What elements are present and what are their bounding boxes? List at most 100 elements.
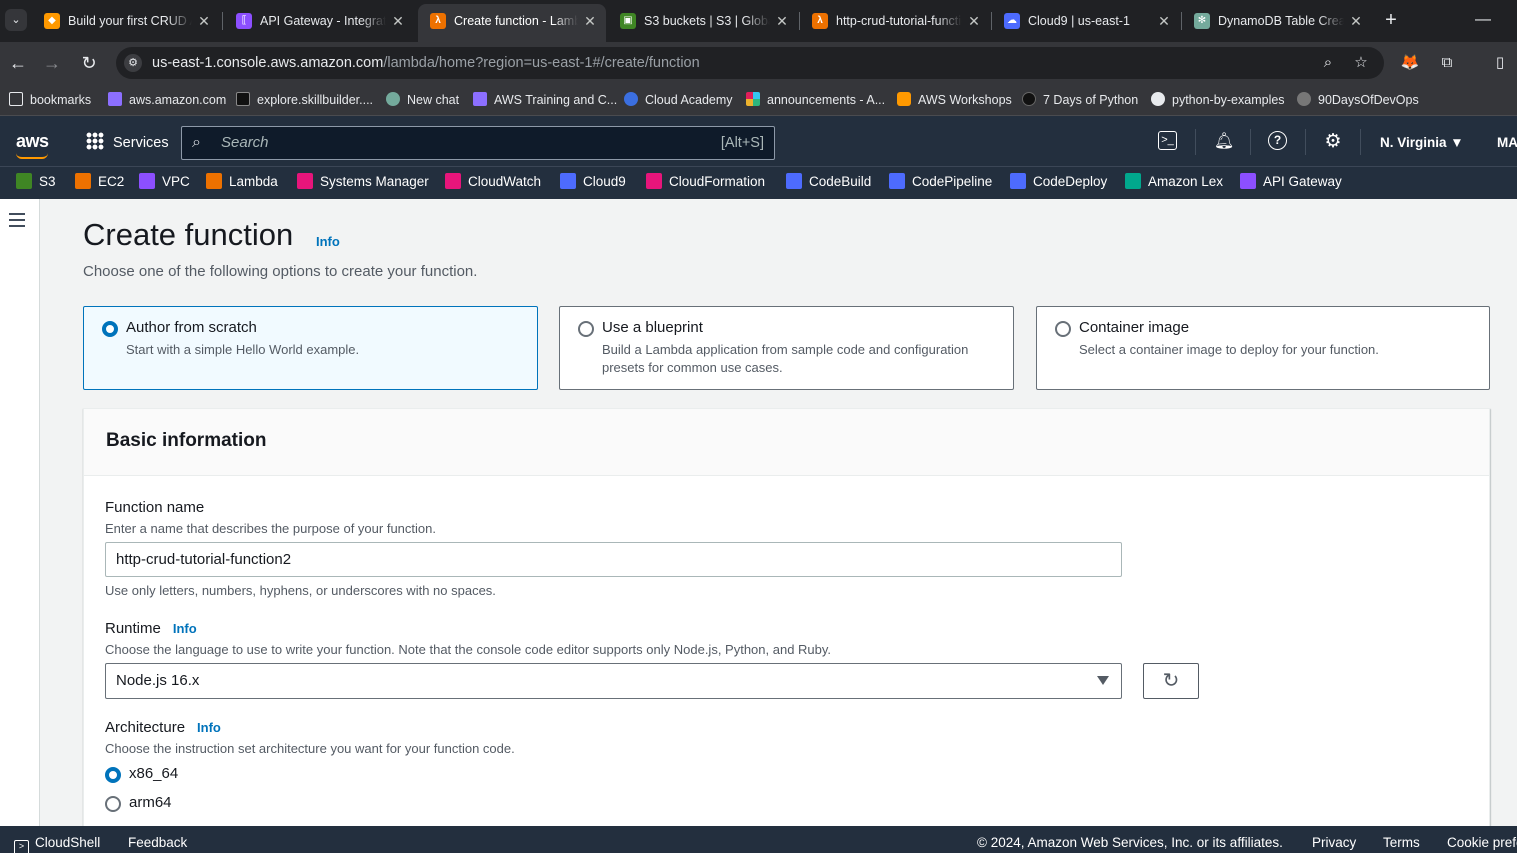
lambda-icon: λ <box>430 13 446 29</box>
runtime-select[interactable]: Node.js 16.x <box>105 663 1122 699</box>
zoom-magnifier-icon[interactable]: ⌕ <box>1318 53 1338 73</box>
aws-search-input[interactable]: ⌕ Search [Alt+S] <box>181 126 775 160</box>
folder-icon <box>9 92 23 106</box>
architecture-option-label[interactable]: x86_64 <box>129 765 178 782</box>
tab-close-icon[interactable]: ✕ <box>774 4 790 38</box>
shortcut-api-gateway[interactable]: API Gateway <box>1240 167 1342 199</box>
settings-gear-icon[interactable]: ⚙ <box>1322 131 1344 153</box>
forward-arrow-icon[interactable]: → <box>40 51 64 75</box>
shortcut-amazon-lex[interactable]: Amazon Lex <box>1125 167 1223 199</box>
browser-tab[interactable]: λ http-crud-tutorial-function ✕ <box>800 4 990 38</box>
option-author-from-scratch[interactable]: Author from scratch Start with a simple … <box>83 306 538 390</box>
hamburger-menu-icon[interactable] <box>9 213 25 227</box>
service-shortcuts-bar: S3 EC2 VPC Lambda Systems Manager CloudW… <box>0 166 1517 199</box>
browser-tab-strip: ⌄ ◆ Build your first CRUD API with Lambd… <box>0 0 1517 42</box>
architecture-info-link[interactable]: Info <box>197 720 221 735</box>
radio-selected[interactable] <box>102 321 118 337</box>
feedback-link[interactable]: Feedback <box>128 826 187 853</box>
tab-close-icon[interactable]: ✕ <box>1156 4 1172 38</box>
bookmark-item[interactable]: New chat <box>386 84 459 116</box>
help-icon[interactable]: ? <box>1268 131 1287 150</box>
browser-toolbar: ← → ↻ ⚙ us-east-1.console.aws.amazon.com… <box>0 42 1517 84</box>
side-panel-icon[interactable]: ▯ <box>1490 53 1510 73</box>
page-info-link[interactable]: Info <box>316 234 340 249</box>
new-tab-plus-icon[interactable]: + <box>1380 8 1402 32</box>
extensions-puzzle-icon[interactable]: ⧉ <box>1437 53 1457 73</box>
bookmark-item[interactable]: 7 Days of Python <box>1022 84 1138 116</box>
bookmark-item[interactable]: Cloud Academy <box>624 84 733 116</box>
shortcut-vpc[interactable]: VPC <box>139 167 190 199</box>
window-minimize-icon[interactable]: — <box>1472 8 1494 32</box>
shortcut-cloud9[interactable]: Cloud9 <box>560 167 626 199</box>
option-use-a-blueprint[interactable]: Use a blueprint Build a Lambda applicati… <box>559 306 1014 390</box>
bookmark-item[interactable]: AWS Training and C... <box>473 84 617 116</box>
shortcut-codedeploy[interactable]: CodeDeploy <box>1010 167 1107 199</box>
browser-tab[interactable]: ⟦ API Gateway - Integrations ✕ <box>224 4 414 38</box>
url-text[interactable]: us-east-1.console.aws.amazon.com/lambda/… <box>152 47 700 79</box>
page-subtitle: Choose one of the following options to c… <box>83 263 478 280</box>
metamask-fox-icon[interactable]: 🦊 <box>1400 53 1420 73</box>
services-menu-button[interactable]: Services <box>86 116 169 166</box>
function-name-description: Enter a name that describes the purpose … <box>105 521 436 536</box>
shortcut-cloudformation[interactable]: CloudFormation <box>646 167 765 199</box>
cloud9-icon <box>560 173 576 189</box>
shortcut-ec2[interactable]: EC2 <box>75 167 124 199</box>
region-selector[interactable]: N. Virginia ▼ <box>1380 116 1464 170</box>
bookmark-item[interactable]: aws.amazon.com <box>108 84 226 116</box>
search-icon: ⌕ <box>192 134 201 151</box>
browser-tab[interactable]: ▣ S3 buckets | S3 | Global ✕ <box>608 4 798 38</box>
cloud9-icon: ☁ <box>1004 13 1020 29</box>
back-arrow-icon[interactable]: ← <box>6 51 30 75</box>
cube-icon <box>473 92 487 106</box>
shortcut-s3[interactable]: S3 <box>16 167 56 199</box>
shortcut-codebuild[interactable]: CodeBuild <box>786 167 871 199</box>
lambda-icon <box>206 173 222 189</box>
bookmark-item[interactable]: bookmarks <box>9 84 91 116</box>
architecture-radio-arm64[interactable] <box>105 796 121 812</box>
cookie-preferences-link[interactable]: Cookie preferences <box>1447 826 1517 853</box>
browser-tab-active[interactable]: λ Create function - Lambda ✕ <box>418 4 606 42</box>
notifications-bell-icon[interactable]: 🔔︎ <box>1213 131 1235 153</box>
tab-close-icon[interactable]: ✕ <box>196 4 212 38</box>
aws-logo[interactable]: aws <box>16 131 49 159</box>
browser-tab[interactable]: ✻ DynamoDB Table Creation ✕ <box>1182 4 1372 38</box>
tab-close-icon[interactable]: ✕ <box>582 4 598 38</box>
bookmark-item[interactable]: 90DaysOfDevOps <box>1297 84 1419 116</box>
account-menu[interactable]: MA <box>1497 116 1517 170</box>
radio-unselected[interactable] <box>1055 321 1071 337</box>
slack-icon <box>746 92 760 106</box>
refresh-icon: ↻ <box>1162 670 1180 692</box>
browser-tab[interactable]: ◆ Build your first CRUD API with Lambda … <box>32 4 220 38</box>
bookmark-item[interactable]: explore.skillbuilder.... <box>236 84 373 116</box>
shortcut-codepipeline[interactable]: CodePipeline <box>889 167 992 199</box>
bookmark-item[interactable]: announcements - A... <box>746 84 885 116</box>
reload-icon[interactable]: ↻ <box>77 51 101 75</box>
tab-close-icon[interactable]: ✕ <box>966 4 982 38</box>
site-settings-icon[interactable]: ⚙ <box>124 54 142 72</box>
refresh-runtime-button[interactable]: ↻ <box>1143 663 1199 699</box>
browser-tab[interactable]: ☁ Cloud9 | us-east-1 ✕ <box>992 4 1180 38</box>
terms-link[interactable]: Terms <box>1383 826 1420 853</box>
shortcut-cloudwatch[interactable]: CloudWatch <box>445 167 541 199</box>
tab-close-icon[interactable]: ✕ <box>1348 4 1364 38</box>
shortcut-systems-manager[interactable]: Systems Manager <box>297 167 429 199</box>
tab-close-icon[interactable]: ✕ <box>390 4 406 38</box>
vpc-icon <box>139 173 155 189</box>
bookmark-item[interactable]: AWS Workshops <box>897 84 1012 116</box>
cloudshell-icon[interactable]: >_ <box>1158 131 1177 150</box>
architecture-option-label[interactable]: arm64 <box>129 794 172 811</box>
codebuild-icon <box>786 173 802 189</box>
bookmark-item[interactable]: python-by-examples <box>1151 84 1285 116</box>
function-name-input[interactable]: http-crud-tutorial-function2 <box>105 542 1122 577</box>
bookmark-star-icon[interactable]: ☆ <box>1351 53 1371 73</box>
ec2-icon <box>75 173 91 189</box>
address-bar[interactable]: ⚙ us-east-1.console.aws.amazon.com/lambd… <box>116 47 1384 79</box>
runtime-info-link[interactable]: Info <box>173 621 197 636</box>
radio-unselected[interactable] <box>578 321 594 337</box>
privacy-link[interactable]: Privacy <box>1312 826 1356 853</box>
architecture-radio-x86-64[interactable] <box>105 767 121 783</box>
tab-search-chevron-icon[interactable]: ⌄ <box>5 9 27 31</box>
shortcut-lambda[interactable]: Lambda <box>206 167 278 199</box>
cloudshell-footer-button[interactable]: > CloudShell <box>14 826 100 853</box>
option-container-image[interactable]: Container image Select a container image… <box>1036 306 1490 390</box>
